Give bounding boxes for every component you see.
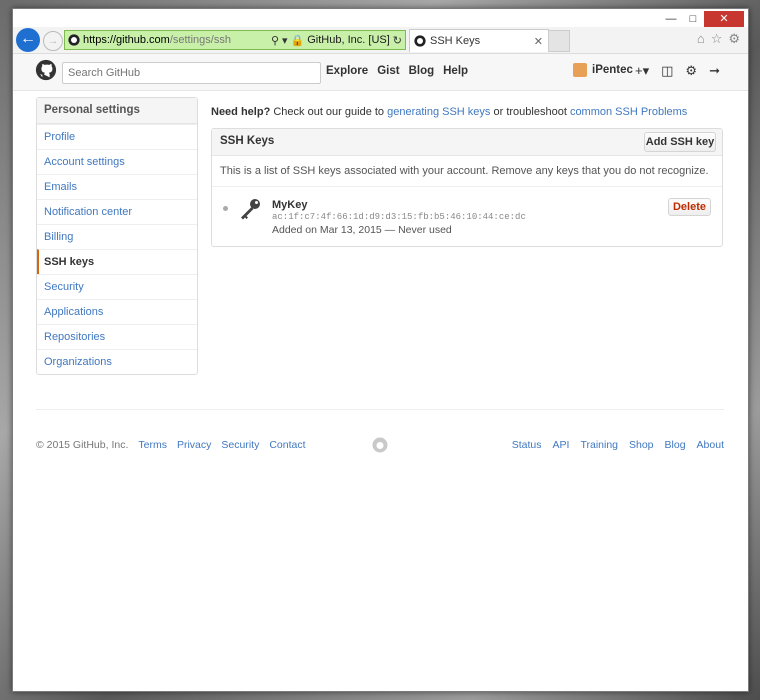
window-controls: — □ ✕ (660, 11, 744, 27)
inbox-icon[interactable]: ◫ (661, 63, 673, 79)
browser-tab[interactable]: SSH Keys ✕ (409, 29, 549, 52)
sidebar-item-emails[interactable]: Emails (37, 174, 197, 199)
certificate-label[interactable]: GitHub, Inc. [US] (307, 34, 390, 46)
back-arrow-icon[interactable]: ← (16, 28, 40, 52)
sidebar-title: Personal settings (37, 98, 197, 124)
footer-link-status[interactable]: Status (512, 439, 542, 451)
footer-link-terms[interactable]: Terms (138, 439, 167, 451)
create-new-plus-icon[interactable]: +▾ (635, 63, 649, 79)
sidebar-item-repositories[interactable]: Repositories (37, 324, 197, 349)
footer-link-training[interactable]: Training (580, 439, 618, 451)
nav-help[interactable]: Help (443, 65, 468, 77)
sidebar-item-ssh-keys[interactable]: SSH keys (37, 249, 197, 274)
maximize-button[interactable]: □ (682, 11, 704, 27)
sign-out-icon[interactable]: ➞ (709, 63, 720, 79)
footer-left: © 2015 GitHub, Inc. Terms Privacy Securi… (36, 439, 306, 451)
sidebar-item-notification-center[interactable]: Notification center (37, 199, 197, 224)
avatar (573, 63, 587, 77)
footer-divider (36, 409, 724, 410)
top-nav: Explore Gist Blog Help (326, 65, 468, 77)
sidebar-item-billing[interactable]: Billing (37, 224, 197, 249)
footer-link-blog[interactable]: Blog (665, 439, 686, 451)
generating-ssh-keys-link[interactable]: generating SSH keys (387, 106, 490, 118)
sidebar-item-security[interactable]: Security (37, 274, 197, 299)
minimize-button[interactable]: — (660, 11, 682, 27)
sidebar-item-profile[interactable]: Profile (37, 124, 197, 149)
nav-gist[interactable]: Gist (377, 65, 399, 77)
url-text: https://github.com/settings/ssh (83, 34, 231, 46)
dropdown-arrow-icon[interactable]: ▾ (282, 34, 288, 47)
key-fingerprint: ac:1f:c7:4f:66:1d:d9:d3:15:fb:b5:46:10:4… (272, 212, 526, 222)
sidebar-item-applications[interactable]: Applications (37, 299, 197, 324)
copyright: © 2015 GitHub, Inc. (36, 439, 129, 451)
browser-toolbar: ← → https://github.com/settings/ssh ⚲ ▾ … (13, 27, 748, 54)
panel-description: This is a list of SSH keys associated wi… (212, 156, 722, 187)
github-header: Explore Gist Blog Help iPentec +▾ ◫ ⚙ ➞ (13, 54, 748, 91)
close-tab-icon[interactable]: ✕ (534, 35, 543, 48)
sidebar-item-organizations[interactable]: Organizations (37, 349, 197, 374)
delete-key-button[interactable]: Delete (668, 198, 711, 216)
common-ssh-problems-link[interactable]: common SSH Problems (570, 106, 687, 118)
footer-link-privacy[interactable]: Privacy (177, 439, 211, 451)
footer-link-contact[interactable]: Contact (269, 439, 305, 451)
footer-link-about[interactable]: About (697, 439, 724, 451)
help-text: Need help? Check out our guide to genera… (211, 106, 688, 118)
key-status-dot (223, 206, 228, 211)
github-favicon-icon (414, 35, 426, 47)
user-profile-link[interactable]: iPentec (573, 63, 633, 77)
settings-gear-icon[interactable]: ⚙ (728, 31, 740, 47)
panel-header: SSH Keys Add SSH key (212, 129, 722, 156)
settings-sidebar: Personal settings Profile Account settin… (36, 97, 198, 375)
key-meta: Added on Mar 13, 2015 — Never used (272, 224, 452, 236)
username: iPentec (592, 64, 633, 76)
home-icon[interactable]: ⌂ (697, 31, 705, 47)
footer-link-api[interactable]: API (553, 439, 570, 451)
key-name: MyKey (272, 199, 308, 211)
footer-link-security[interactable]: Security (221, 439, 259, 451)
footer-link-shop[interactable]: Shop (629, 439, 654, 451)
browser-window: — □ ✕ ← → https://github.com/settings/ss… (12, 8, 749, 692)
search-icon[interactable]: ⚲ (271, 34, 279, 47)
forward-arrow-icon[interactable]: → (43, 31, 63, 51)
ssh-keys-panel: SSH Keys Add SSH key This is a list of S… (211, 128, 723, 247)
favorites-star-icon[interactable]: ☆ (711, 31, 723, 47)
github-favicon-icon (68, 34, 80, 46)
key-icon (241, 199, 260, 220)
nav-explore[interactable]: Explore (326, 65, 368, 77)
github-footer-logo-icon[interactable] (372, 437, 388, 453)
panel-title: SSH Keys (220, 135, 275, 147)
lock-icon: 🔒 (290, 34, 305, 47)
tab-title: SSH Keys (430, 35, 481, 47)
nav-blog[interactable]: Blog (409, 65, 435, 77)
new-tab-button[interactable] (548, 30, 570, 52)
address-bar[interactable]: https://github.com/settings/ssh ⚲ ▾ 🔒 Gi… (64, 30, 406, 50)
ssh-key-row: MyKey ac:1f:c7:4f:66:1d:d9:d3:15:fb:b5:4… (212, 187, 722, 245)
footer-right: Status API Training Shop Blog About (512, 439, 724, 451)
add-ssh-key-button[interactable]: Add SSH key (644, 132, 716, 152)
settings-gear-icon[interactable]: ⚙ (685, 63, 697, 79)
sidebar-item-account-settings[interactable]: Account settings (37, 149, 197, 174)
github-logo-icon[interactable] (35, 59, 57, 81)
search-input[interactable] (62, 62, 321, 84)
refresh-icon[interactable]: ↻ (393, 34, 402, 47)
close-window-button[interactable]: ✕ (704, 11, 744, 27)
